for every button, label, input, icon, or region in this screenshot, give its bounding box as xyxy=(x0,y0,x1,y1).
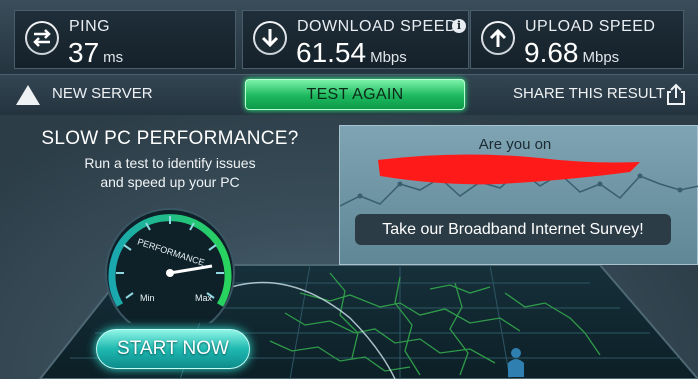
survey-button[interactable]: Take our Broadband Internet Survey! xyxy=(355,214,671,245)
triangle-icon xyxy=(16,85,40,105)
survey-question: Are you on xyxy=(478,136,552,153)
download-unit: Mbps xyxy=(370,49,407,66)
upload-arrow-icon xyxy=(481,21,515,55)
upload-label: UPLOAD SPEED xyxy=(525,18,656,35)
survey-panel: Are you on Take our Broadband Internet S… xyxy=(339,125,698,265)
gauge-min-label: Min xyxy=(140,293,155,303)
upload-value: 9.68 Mbps xyxy=(524,37,619,69)
download-number: 61.54 xyxy=(296,37,367,68)
promo-subtitle: Run a test to identify issues and speed … xyxy=(0,154,340,192)
download-arrow-icon xyxy=(253,21,287,55)
performance-gauge: PERFORMANCE Min Max xyxy=(105,208,235,323)
results-bar: PING 37 ms DOWNLOAD SPEED i 61.54 Mbps UPL… xyxy=(0,0,698,74)
share-icon xyxy=(667,83,685,105)
lower-panel: SLOW PC PERFORMANCE? Run a test to ident… xyxy=(0,115,698,379)
test-again-button[interactable]: TEST AGAIN xyxy=(245,79,465,110)
new-server-label: NEW SERVER xyxy=(52,85,153,102)
start-now-button[interactable]: START NOW xyxy=(96,329,250,369)
action-bar: NEW SERVER TEST AGAIN SHARE THIS RESULT xyxy=(0,74,698,116)
gauge-max-label: Max xyxy=(195,293,213,303)
ping-number: 37 xyxy=(68,37,100,68)
ping-value: 37 ms xyxy=(68,37,123,69)
upload-result: UPLOAD SPEED 9.68 Mbps xyxy=(470,10,684,69)
pc-performance-promo: SLOW PC PERFORMANCE? Run a test to ident… xyxy=(0,115,340,379)
share-label: SHARE THIS RESULT xyxy=(513,85,665,102)
promo-title: SLOW PC PERFORMANCE? xyxy=(41,128,299,149)
ping-label: PING xyxy=(69,18,111,35)
upload-number: 9.68 xyxy=(524,37,579,68)
download-label: DOWNLOAD SPEED xyxy=(297,18,457,35)
user-location-icon xyxy=(508,348,524,377)
download-result: DOWNLOAD SPEED i 61.54 Mbps xyxy=(242,10,469,69)
download-value: 61.54 Mbps xyxy=(296,37,407,69)
ping-arrows-icon xyxy=(25,21,59,55)
redaction-scribble xyxy=(378,154,640,185)
upload-unit: Mbps xyxy=(582,49,620,66)
info-icon[interactable]: i xyxy=(452,19,466,33)
ping-unit: ms xyxy=(103,49,124,66)
ping-result: PING 37 ms xyxy=(14,10,236,69)
promo-subtitle-line1: Run a test to identify issues xyxy=(84,155,256,171)
promo-subtitle-line2: and speed up your PC xyxy=(100,174,240,190)
